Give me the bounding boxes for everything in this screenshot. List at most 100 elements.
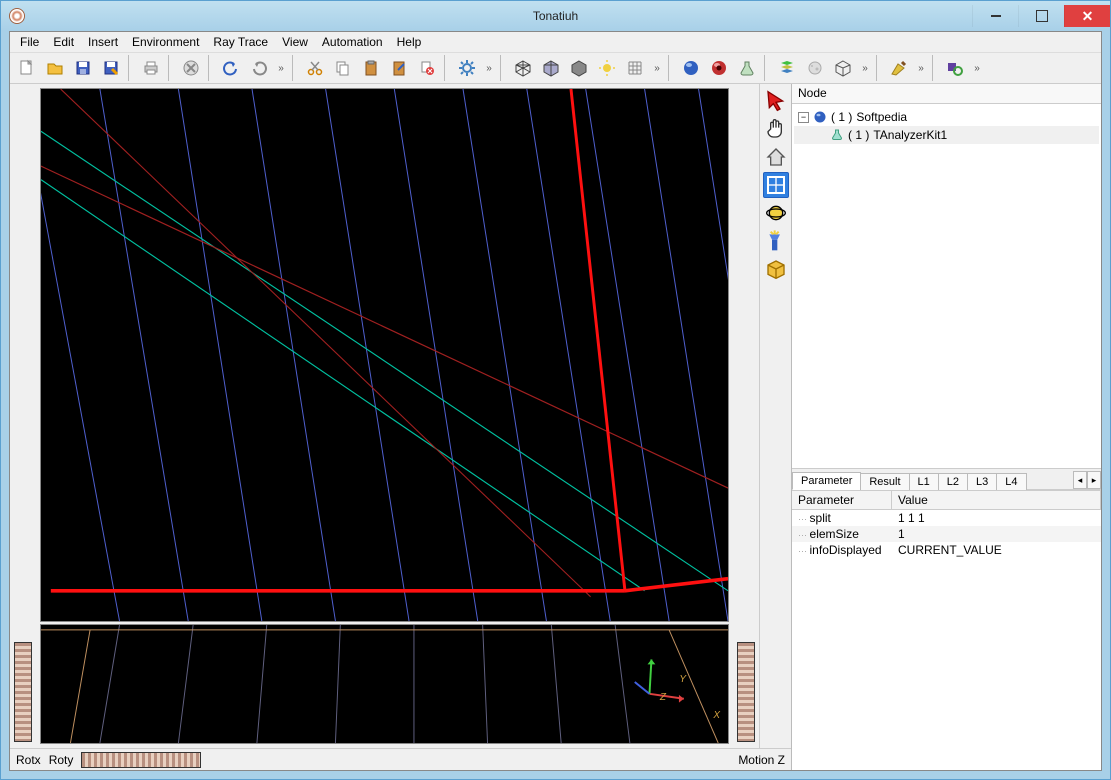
menu-automation[interactable]: Automation (316, 33, 389, 51)
wireframe-icon[interactable] (510, 55, 536, 81)
redo-button[interactable] (246, 55, 272, 81)
tree-child-name: TAnalyzerKit1 (873, 128, 947, 142)
flask-icon[interactable] (734, 55, 760, 81)
menu-edit[interactable]: Edit (47, 33, 80, 51)
gear-button[interactable] (454, 55, 480, 81)
sphere-red-icon[interactable] (706, 55, 732, 81)
param-header-name[interactable]: Parameter (792, 491, 892, 509)
param-row-split[interactable]: split 1 1 1 (792, 510, 1101, 526)
new-button[interactable] (14, 55, 40, 81)
flashlight-icon[interactable] (763, 228, 789, 254)
tab-l1[interactable]: L1 (909, 473, 939, 490)
menu-environment[interactable]: Environment (126, 33, 205, 51)
paste-button[interactable] (358, 55, 384, 81)
paste-link-button[interactable] (386, 55, 412, 81)
axis-z-text: Z (660, 692, 666, 703)
moon-icon[interactable] (802, 55, 828, 81)
print-button[interactable] (138, 55, 164, 81)
wireframe2-icon[interactable] (830, 55, 856, 81)
tree-child[interactable]: ( 1 ) TAnalyzerKit1 (794, 126, 1099, 144)
sun-icon[interactable] (594, 55, 620, 81)
menu-view[interactable]: View (276, 33, 314, 51)
status-roty: Roty (49, 753, 74, 767)
axis-y-text: Y (679, 674, 686, 685)
cut-button[interactable] (302, 55, 328, 81)
dial-right-vertical[interactable] (737, 642, 755, 742)
left-dial (12, 88, 34, 748)
tree-root-name: Softpedia (856, 110, 907, 124)
viewport-3d[interactable] (40, 88, 729, 622)
plugin-gear-icon[interactable] (942, 55, 968, 81)
scene-tree[interactable]: − ( 1 ) Softpedia ( 1 ) TAnalyzerKit1 (792, 104, 1101, 468)
client-area: File Edit Insert Environment Ray Trace V… (9, 31, 1102, 771)
menu-file[interactable]: File (14, 33, 45, 51)
dial-horizontal[interactable] (81, 752, 201, 768)
toolbar-expand-5[interactable] (914, 55, 928, 81)
save-as-button[interactable] (98, 55, 124, 81)
app-window: Tonatiuh File Edit Insert Environment Ra… (0, 0, 1111, 780)
fit-view-icon[interactable] (763, 172, 789, 198)
tabs-scroll-left[interactable]: ◂ (1073, 471, 1087, 489)
cube-icon[interactable] (763, 256, 789, 282)
tabs-scroll-right[interactable]: ▸ (1087, 471, 1101, 489)
main-toolbar (10, 52, 1101, 84)
tab-parameter[interactable]: Parameter (792, 472, 861, 490)
toolbar-expand-2[interactable] (482, 55, 496, 81)
param-row-infodisplayed[interactable]: infoDisplayed CURRENT_VALUE (792, 542, 1101, 558)
titlebar[interactable]: Tonatiuh (1, 1, 1110, 31)
layer-color-icon[interactable] (774, 55, 800, 81)
window-title: Tonatiuh (533, 9, 578, 23)
toolbar-expand-4[interactable] (858, 55, 872, 81)
tab-l3[interactable]: L3 (967, 473, 997, 490)
open-button[interactable] (42, 55, 68, 81)
sphere-node-icon (813, 110, 827, 124)
tab-result[interactable]: Result (860, 473, 909, 490)
parameter-table: Parameter Value split 1 1 1 elemSize 1 (792, 490, 1101, 770)
right-panel: Node − ( 1 ) Softpedia ( 1 ) TAnalyzerKi… (791, 84, 1101, 770)
orbit-icon[interactable] (763, 200, 789, 226)
tree-toggle-root[interactable]: − (798, 112, 809, 123)
toolbar-expand-6[interactable] (970, 55, 984, 81)
shaded-icon[interactable] (566, 55, 592, 81)
maximize-button[interactable] (1018, 5, 1064, 27)
status-motionz: Motion Z (738, 753, 785, 767)
tab-l2[interactable]: L2 (938, 473, 968, 490)
sphere-blue-icon[interactable] (678, 55, 704, 81)
shaded-wire-icon[interactable] (538, 55, 564, 81)
toolbar-expand-1[interactable] (274, 55, 288, 81)
menu-help[interactable]: Help (391, 33, 428, 51)
tree-root[interactable]: − ( 1 ) Softpedia (794, 108, 1099, 126)
app-icon (9, 8, 25, 24)
undo-button[interactable] (218, 55, 244, 81)
dial-left-vertical[interactable] (14, 642, 32, 742)
delete-button[interactable] (414, 55, 440, 81)
minimize-button[interactable] (972, 5, 1018, 27)
home-icon[interactable] (763, 144, 789, 170)
menu-insert[interactable]: Insert (82, 33, 124, 51)
param-row-elemsize[interactable]: elemSize 1 (792, 526, 1101, 542)
flask-node-icon (830, 128, 844, 142)
copy-button[interactable] (330, 55, 356, 81)
menu-ray-trace[interactable]: Ray Trace (207, 33, 274, 51)
tree-header: Node (792, 84, 1101, 104)
axis-x-text: X (713, 710, 720, 721)
statusbar: Rotx Roty Motion Z (10, 748, 791, 770)
main-area: Y X Z (10, 84, 1101, 770)
toolbar-expand-3[interactable] (650, 55, 664, 81)
tree-root-num: ( 1 ) (831, 110, 852, 124)
viewport-wrapper: Y X Z (36, 84, 733, 748)
tree-child-num: ( 1 ) (848, 128, 869, 142)
param-header-value[interactable]: Value (892, 491, 1101, 509)
trowel-icon[interactable] (886, 55, 912, 81)
stop-button[interactable] (178, 55, 204, 81)
right-dial (735, 88, 757, 748)
viewport-3d-lower[interactable]: Y X Z (40, 624, 729, 744)
select-cursor-icon[interactable] (763, 88, 789, 114)
tab-l4[interactable]: L4 (996, 473, 1026, 490)
pan-hand-icon[interactable] (763, 116, 789, 142)
menubar: File Edit Insert Environment Ray Trace V… (10, 32, 1101, 52)
param-body: split 1 1 1 elemSize 1 infoDisplayed CUR… (792, 510, 1101, 770)
close-button[interactable] (1064, 5, 1110, 27)
save-button[interactable] (70, 55, 96, 81)
grid-icon[interactable] (622, 55, 648, 81)
